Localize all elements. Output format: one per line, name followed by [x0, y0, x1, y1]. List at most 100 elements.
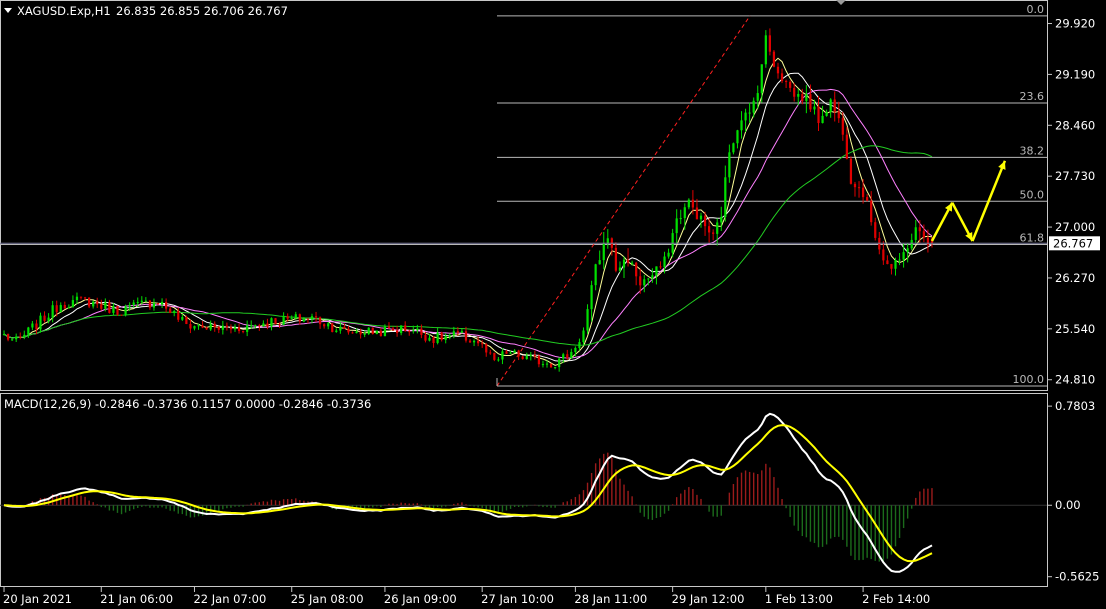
- candle-body: [221, 325, 224, 330]
- candle-body: [323, 324, 326, 327]
- candle-body: [116, 306, 119, 315]
- candle-body: [217, 327, 220, 330]
- candle-body: [428, 337, 431, 341]
- candle-body: [371, 327, 374, 335]
- candle-body: [15, 336, 18, 340]
- time-tick-label: 22 Jan 07:00: [193, 592, 266, 606]
- candle-body: [391, 328, 395, 331]
- candle-body: [598, 260, 601, 265]
- candle-body: [436, 332, 439, 343]
- candle-body: [432, 337, 435, 343]
- candle-body: [233, 327, 237, 330]
- candle-body: [922, 231, 925, 238]
- candle-body: [387, 326, 391, 329]
- candle-body: [861, 187, 865, 198]
- candle-body: [513, 350, 516, 353]
- candle-body: [594, 264, 597, 286]
- candle-body: [712, 232, 715, 234]
- candle-body: [254, 325, 257, 327]
- candle-body: [31, 323, 34, 328]
- candle-body: [408, 330, 411, 332]
- candle-body: [108, 302, 111, 313]
- candle-body: [837, 111, 840, 119]
- candle-body: [185, 316, 188, 325]
- candle-body: [853, 183, 857, 188]
- candle-body: [213, 323, 216, 328]
- candle-body: [618, 267, 622, 271]
- candle-body: [874, 222, 877, 238]
- candle-body: [55, 305, 58, 313]
- candle-body: [472, 340, 476, 343]
- time-tick-label: 25 Jan 08:00: [291, 592, 364, 606]
- candle-body: [768, 35, 772, 52]
- candle-body: [533, 355, 536, 357]
- candle-body: [521, 356, 524, 359]
- candle-body: [383, 326, 387, 337]
- candle-body: [732, 143, 735, 153]
- candle-body: [19, 336, 22, 338]
- candle-body: [764, 35, 767, 65]
- candle-body: [485, 344, 488, 353]
- candle-body: [246, 325, 249, 332]
- candle-body: [343, 326, 346, 329]
- candle-body: [870, 200, 873, 223]
- price-tick-label: 27.000: [1055, 220, 1095, 234]
- ohlc-label: 26.835 26.855 26.706 26.767: [116, 4, 288, 18]
- candle-body: [225, 325, 229, 328]
- candle-body: [75, 296, 79, 301]
- candle-body: [602, 243, 605, 261]
- candle-body: [448, 335, 451, 337]
- candle-body: [707, 226, 711, 233]
- candle-body: [886, 260, 889, 265]
- candle-body: [278, 324, 281, 326]
- candle-body: [570, 351, 573, 359]
- candle-body: [780, 73, 784, 81]
- candle-body: [2, 334, 6, 336]
- candle-body: [160, 301, 164, 305]
- candle: [549, 363, 553, 368]
- candle-body: [314, 316, 318, 318]
- candle-body: [47, 317, 50, 321]
- candle-body: [728, 152, 731, 178]
- candle: [274, 317, 277, 325]
- candle-body: [270, 318, 273, 327]
- candle-body: [643, 279, 646, 286]
- candle-body: [736, 130, 739, 144]
- candle-body: [294, 314, 297, 319]
- candle-body: [695, 207, 699, 220]
- time-tick-label: 1 Feb 13:00: [765, 592, 833, 606]
- candle-body: [789, 81, 792, 88]
- candle-body: [59, 305, 62, 313]
- fib-level-label: 61.8: [1020, 231, 1045, 244]
- candle-body: [902, 252, 905, 260]
- symbol-label[interactable]: XAGUSD.Exp,H1: [17, 4, 111, 18]
- candle-body: [63, 305, 66, 309]
- candle: [772, 50, 776, 68]
- candle-body: [43, 315, 46, 321]
- candle-body: [914, 227, 917, 240]
- candle-body: [464, 331, 468, 341]
- candle-body: [509, 352, 512, 354]
- candle-body: [760, 64, 763, 94]
- candle-body: [363, 333, 366, 335]
- candle-body: [456, 331, 459, 333]
- candle-body: [489, 352, 492, 354]
- candle-body: [906, 248, 909, 253]
- candle-body: [590, 285, 593, 310]
- candle-body: [193, 326, 196, 329]
- candle-body: [687, 199, 690, 208]
- candle-body: [898, 259, 901, 261]
- candle-body: [359, 331, 362, 335]
- candle: [124, 304, 127, 317]
- candle-body: [537, 355, 541, 365]
- candle-body: [849, 158, 853, 184]
- candle-body: [274, 318, 277, 325]
- time-tick-label: 27 Jan 10:00: [481, 592, 554, 606]
- candle-body: [493, 352, 496, 360]
- macd-tick-label: 0.00: [1055, 498, 1081, 512]
- fib-level-label: 38.2: [1020, 144, 1045, 157]
- candle-body: [477, 340, 480, 344]
- price-tick-label: 27.730: [1055, 169, 1095, 183]
- candle-body: [505, 351, 508, 354]
- candle-body: [27, 327, 30, 335]
